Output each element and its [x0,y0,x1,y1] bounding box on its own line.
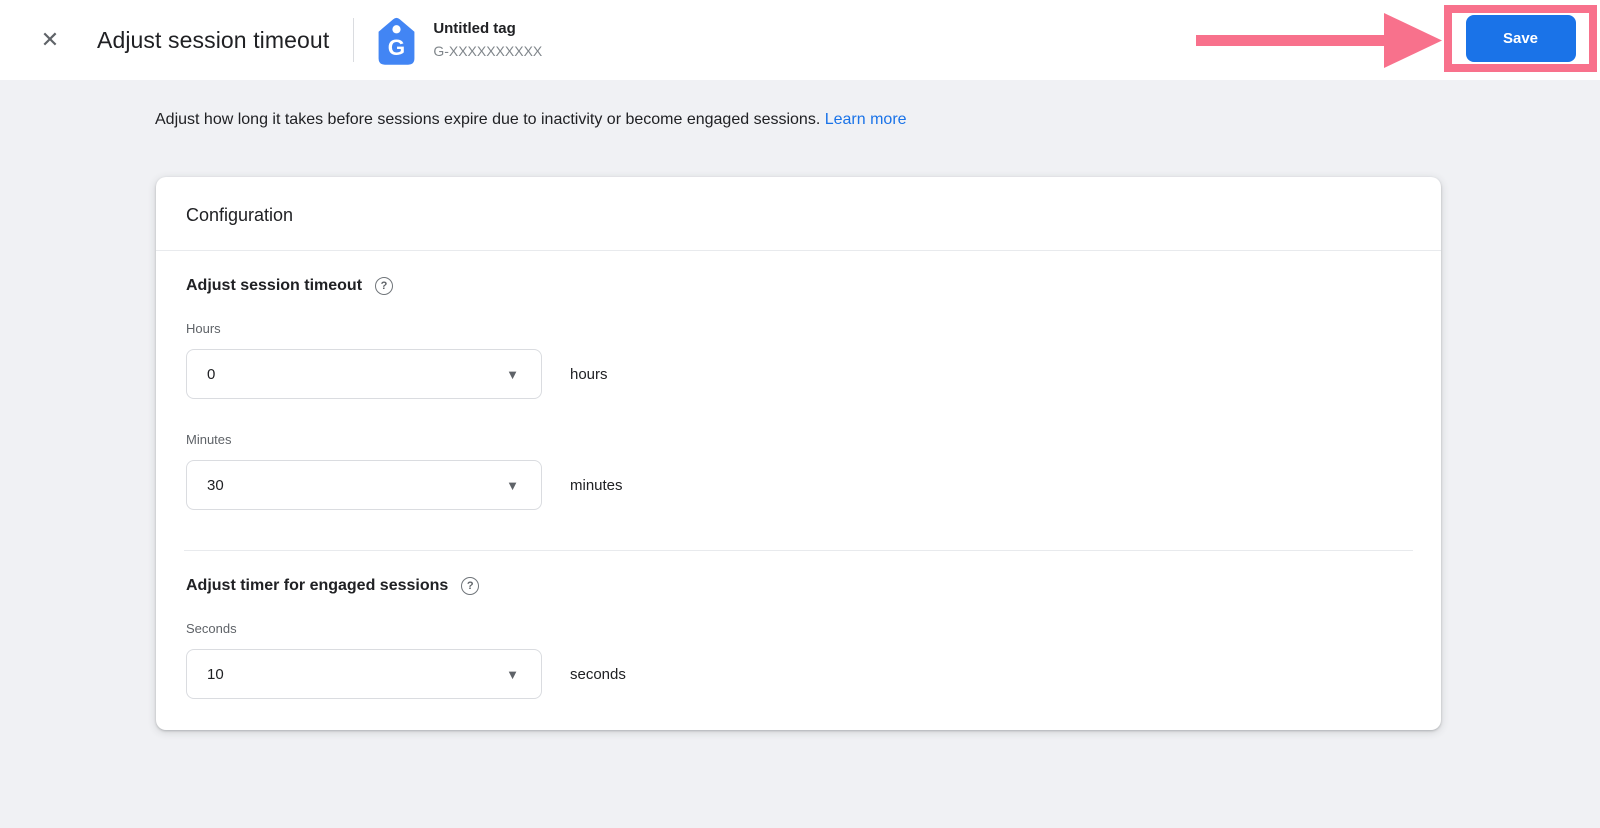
section-engaged-sessions: Adjust timer for engaged sessions ? Seco… [156,551,1441,730]
dialog-header: ✕ Adjust session timeout G Untitled tag … [0,0,1600,80]
section-heading-label: Adjust session timeout [186,277,362,295]
page-title: Adjust session timeout [97,27,329,54]
configuration-card: Configuration Adjust session timeout ? H… [156,177,1441,730]
chevron-down-icon: ▼ [506,368,519,381]
google-tag-icon: G [375,15,418,66]
minutes-select[interactable]: 30 ▼ [186,460,542,510]
hours-value: 0 [207,366,215,383]
minutes-label: Minutes [186,432,1411,447]
minutes-unit: minutes [570,477,623,494]
close-icon: ✕ [41,27,59,52]
help-glyph: ? [467,580,474,592]
intro-description: Adjust how long it takes before sessions… [155,111,820,128]
section-heading: Adjust timer for engaged sessions ? [186,577,1411,595]
arrow-annotation-icon [1194,8,1444,72]
seconds-value: 10 [207,666,224,683]
tag-info: G Untitled tag G-XXXXXXXXXX [375,15,542,66]
seconds-select[interactable]: 10 ▼ [186,649,542,699]
intro-text: Adjust how long it takes before sessions… [155,111,1600,129]
minutes-row: 30 ▼ minutes [186,460,1411,510]
tag-hole [393,25,401,33]
help-icon[interactable]: ? [375,277,393,295]
field-minutes: Minutes 30 ▼ minutes [186,432,1411,510]
section-heading: Adjust session timeout ? [186,277,1411,295]
arrow-head [1384,13,1442,68]
chevron-down-icon: ▼ [506,668,519,681]
arrow-shaft [1196,35,1386,46]
seconds-label: Seconds [186,621,1411,636]
tag-letter: G [388,34,405,59]
hours-label: Hours [186,321,1411,336]
card-title: Configuration [156,177,1441,250]
field-hours: Hours 0 ▼ hours [186,321,1411,399]
field-seconds: Seconds 10 ▼ seconds [186,621,1411,699]
seconds-unit: seconds [570,666,626,683]
save-highlight-annotation: Save [1444,5,1597,72]
section-heading-label: Adjust timer for engaged sessions [186,577,448,595]
tag-measurement-id: G-XXXXXXXXXX [433,42,542,61]
section-session-timeout: Adjust session timeout ? Hours 0 ▼ hours… [156,251,1441,550]
hours-select[interactable]: 0 ▼ [186,349,542,399]
save-button[interactable]: Save [1466,15,1576,62]
seconds-row: 10 ▼ seconds [186,649,1411,699]
learn-more-link[interactable]: Learn more [825,111,907,128]
minutes-value: 30 [207,477,224,494]
chevron-down-icon: ▼ [506,479,519,492]
header-divider [353,18,354,62]
help-icon[interactable]: ? [461,577,479,595]
close-button[interactable]: ✕ [36,26,64,54]
tag-name: Untitled tag [433,19,542,39]
header-left: ✕ Adjust session timeout G Untitled tag … [0,15,542,66]
help-glyph: ? [381,280,388,292]
hours-unit: hours [570,366,608,383]
tag-text: Untitled tag G-XXXXXXXXXX [433,19,542,60]
save-highlight-inner: Save [1452,13,1589,64]
hours-row: 0 ▼ hours [186,349,1411,399]
